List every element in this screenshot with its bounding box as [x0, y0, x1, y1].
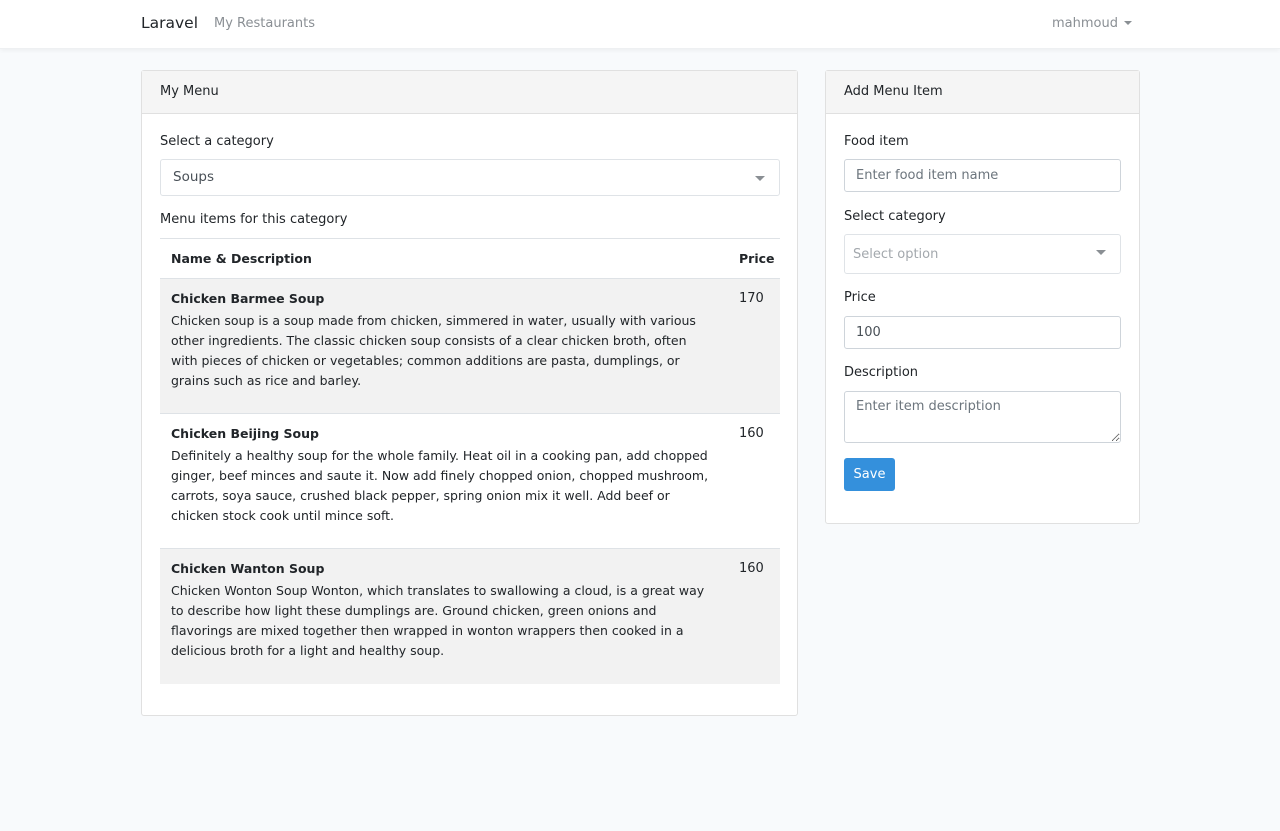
brand-link[interactable]: Laravel [141, 14, 198, 32]
category-select-value: Soups [173, 169, 214, 185]
description-label: Description [844, 365, 919, 380]
category-label: Select a category [160, 134, 274, 149]
card-header: My Menu [142, 71, 797, 114]
nav-link-my-restaurants[interactable]: My Restaurants [214, 16, 315, 31]
select-category-label: Select category [844, 209, 946, 224]
items-heading: Menu items for this category [160, 212, 348, 227]
item-name: Chicken Wanton Soup [171, 561, 325, 576]
user-dropdown[interactable]: mahmoud [1052, 16, 1132, 31]
price-input[interactable] [844, 316, 1121, 349]
add-menu-item-card: Add Menu Item Food item Select category … [825, 70, 1140, 524]
table-row: Chicken Barmee Soup Chicken soup is a so… [160, 279, 780, 414]
card-header: Add Menu Item [826, 71, 1139, 114]
food-item-label: Food item [844, 134, 909, 149]
table-row: Chicken Beijing Soup Definitely a health… [160, 414, 780, 549]
my-menu-card: My Menu Select a category Soups Menu ite… [141, 70, 798, 716]
item-name: Chicken Beijing Soup [171, 426, 319, 441]
item-price: 160 [739, 561, 764, 576]
table-row: Chicken Wanton Soup Chicken Wonton Soup … [160, 549, 780, 684]
price-label: Price [844, 290, 876, 305]
top-navbar: Laravel My Restaurants mahmoud [0, 0, 1280, 49]
column-header-name: Name & Description [171, 251, 312, 266]
table-header: Name & Description Price [160, 238, 780, 279]
chevron-down-icon [755, 176, 765, 181]
item-description: Chicken Wonton Soup Wonton, which transl… [171, 583, 705, 658]
item-price: 160 [739, 426, 764, 441]
user-name: mahmoud [1052, 16, 1118, 31]
menu-items-table: Name & Description Price Chicken Barmee … [160, 238, 780, 684]
save-button[interactable]: Save [844, 458, 895, 491]
item-price: 170 [739, 291, 764, 306]
item-description: Definitely a healthy soup for the whole … [171, 448, 709, 523]
caret-down-icon [1124, 21, 1132, 25]
category-select[interactable]: Select option [844, 234, 1121, 274]
column-header-price: Price [739, 251, 775, 266]
item-name: Chicken Barmee Soup [171, 291, 325, 306]
description-textarea[interactable] [844, 391, 1121, 443]
category-select[interactable]: Soups [160, 159, 780, 196]
food-item-input[interactable] [844, 159, 1121, 192]
chevron-down-icon [1096, 250, 1106, 255]
item-description: Chicken soup is a soup made from chicken… [171, 313, 696, 388]
category-select-placeholder: Select option [853, 247, 939, 262]
